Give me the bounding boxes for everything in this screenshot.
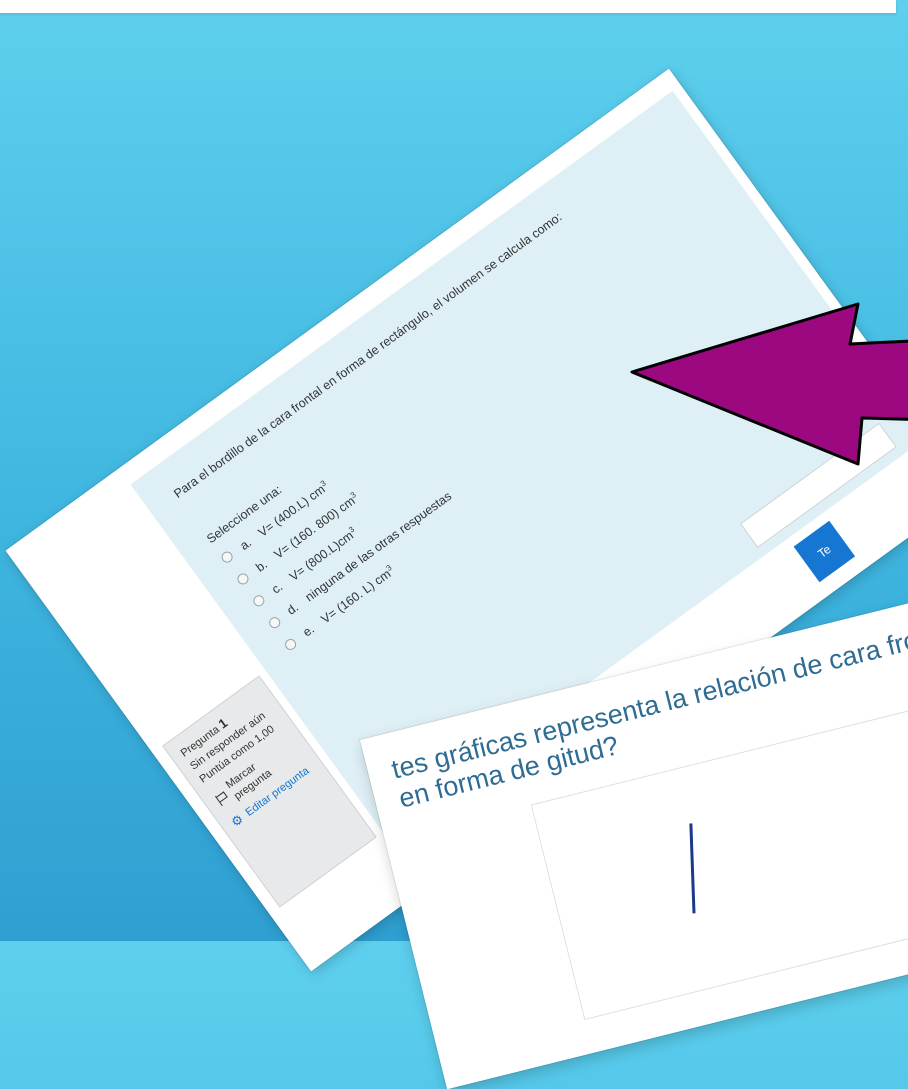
- option-prefix: e.: [300, 622, 318, 640]
- arrow-left-icon: [630, 302, 908, 466]
- gear-icon: ⚙: [228, 811, 247, 830]
- radio-button[interactable]: [219, 549, 235, 565]
- option-prefix: c.: [269, 579, 286, 597]
- side-tab[interactable]: Te: [793, 520, 856, 583]
- top-strip: [0, 0, 896, 13]
- option-prefix: a.: [237, 535, 254, 553]
- radio-button[interactable]: [267, 614, 283, 631]
- radio-button[interactable]: [282, 636, 299, 652]
- option-prefix: d.: [284, 600, 302, 618]
- flag-icon: [213, 791, 230, 808]
- option-prefix: b.: [253, 557, 270, 575]
- radio-button[interactable]: [251, 593, 267, 609]
- radio-button[interactable]: [235, 571, 251, 587]
- arrow-shape: [630, 302, 908, 466]
